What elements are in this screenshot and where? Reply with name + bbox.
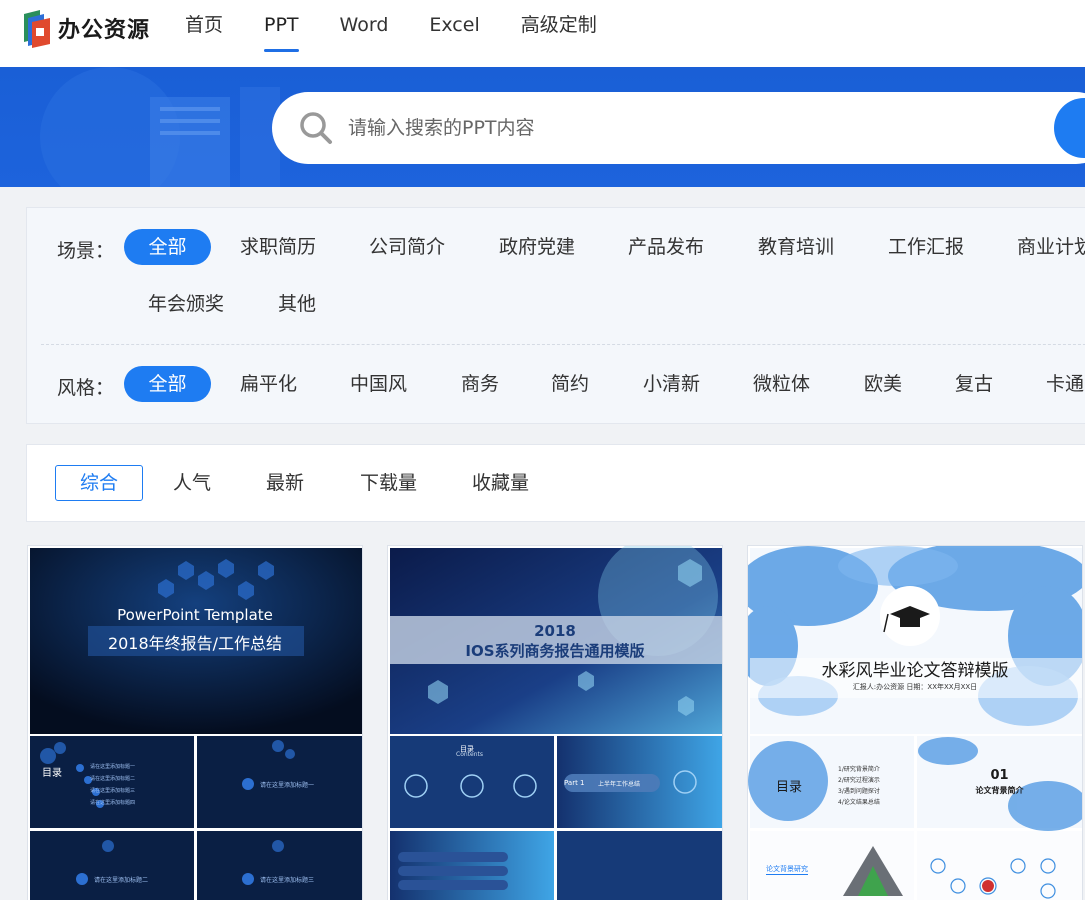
card2-part-title: 上半年工作总结: [598, 781, 641, 788]
sort-bar: 综合 人气 最新 下载量 收藏量: [26, 444, 1085, 522]
card1-title-cn: 2018年终报告/工作总结: [107, 634, 283, 653]
card1-toc-item: 请在这里添加标题二: [90, 776, 136, 782]
card3-research-label: 论文背景研究: [766, 865, 808, 875]
card2-title: IOS系列商务报告通用模版: [465, 642, 645, 660]
scene-label: 场景：: [57, 240, 115, 262]
style-chip-fresh[interactable]: 小清新: [643, 366, 700, 402]
card2-contents-en: Contents: [456, 751, 483, 758]
card3-toc-item: 1/研究背景简介: [838, 766, 880, 773]
nav-ppt[interactable]: PPT: [264, 0, 299, 52]
style-label: 风格：: [57, 377, 115, 399]
style-chip-business[interactable]: 商务: [461, 366, 499, 402]
style-chip-particle[interactable]: 微粒体: [753, 366, 810, 402]
template-card[interactable]: 2018 IOS系列商务报告通用模版 目录 Contents Part 1 上半…: [387, 545, 723, 900]
scene-chip-resume[interactable]: 求职简历: [240, 229, 316, 265]
style-chip-retro[interactable]: 复古: [955, 366, 993, 402]
nav-home[interactable]: 首页: [185, 0, 223, 52]
site-logo[interactable]: 办公资源: [20, 6, 150, 50]
card1-sub-slide: 请在这里添加标题二: [94, 877, 149, 884]
filter-divider: [41, 344, 1085, 345]
top-header: 办公资源 首页 PPT Word Excel 高级定制: [0, 0, 1085, 67]
scene-chip-product[interactable]: 产品发布: [628, 229, 704, 265]
card3-toc-list: 1/研究背景简介 2/研究过程演示 3/遇到问题探讨 4/论文结果总结: [838, 764, 880, 808]
sort-comprehensive[interactable]: 综合: [55, 465, 143, 501]
card3-toc-item: 2/研究过程演示: [838, 777, 880, 784]
template-card[interactable]: PowerPoint Template 2018年终报告/工作总结 目录 请在这…: [27, 545, 363, 900]
card3-section-title: 论文背景简介: [975, 786, 1024, 795]
scene-chip-annual[interactable]: 年会颁奖: [148, 286, 224, 322]
sort-popular[interactable]: 人气: [173, 465, 211, 501]
card1-sub-slide: 请在这里添加标题三: [260, 877, 315, 884]
card1-sub-slide: 请在这里添加标题一: [260, 782, 315, 789]
logo-icon: [20, 8, 54, 48]
nav-word[interactable]: Word: [340, 0, 389, 52]
card1-title-en: PowerPoint Template: [117, 606, 273, 624]
style-chip-western[interactable]: 欧美: [864, 366, 902, 402]
search-banner: [0, 67, 1085, 187]
scene-chip-all[interactable]: 全部: [124, 229, 211, 265]
filter-panel: 场景： 全部 求职简历 公司简介 政府党建 产品发布 教育培训 工作汇报 商业计…: [26, 207, 1085, 424]
search-button[interactable]: [1054, 98, 1085, 158]
main-nav: 首页 PPT Word Excel 高级定制: [185, 0, 638, 52]
template-thumbnail: [30, 548, 362, 900]
sort-newest[interactable]: 最新: [266, 465, 304, 501]
scene-chip-other[interactable]: 其他: [278, 286, 316, 322]
template-thumbnail: [390, 546, 722, 900]
style-chip-cartoon[interactable]: 卡通: [1046, 366, 1084, 402]
scene-chip-business[interactable]: 商业计划: [1017, 229, 1085, 265]
card3-toc-item: 4/论文结果总结: [838, 799, 880, 806]
style-chip-all[interactable]: 全部: [124, 366, 211, 402]
style-chip-chinese[interactable]: 中国风: [350, 366, 407, 402]
template-card[interactable]: 水彩风毕业论文答辩模版 汇报人:办公资源 日期：XX年XX月XX日 目录 1/研…: [747, 545, 1083, 900]
card3-toc-label: 目录: [776, 780, 803, 795]
search-icon[interactable]: [298, 110, 334, 146]
search-input[interactable]: [348, 110, 1028, 146]
card1-toc-item: 请在这里添加标题三: [90, 788, 136, 794]
scene-chip-government[interactable]: 政府党建: [499, 229, 575, 265]
template-thumbnail: [748, 546, 1082, 900]
sort-favorites[interactable]: 收藏量: [472, 465, 529, 501]
card3-subtitle: 汇报人:办公资源 日期：XX年XX月XX日: [852, 683, 978, 691]
nav-custom[interactable]: 高级定制: [521, 0, 597, 52]
style-chip-flat[interactable]: 扁平化: [240, 366, 297, 402]
search-box: [272, 92, 1085, 164]
nav-excel[interactable]: Excel: [429, 0, 479, 52]
card3-section-num: 01: [990, 768, 1009, 783]
card3-toc-item: 3/遇到问题探讨: [838, 788, 880, 795]
card2-year: 2018: [534, 622, 576, 640]
style-chip-simple[interactable]: 简约: [551, 366, 589, 402]
sort-downloads[interactable]: 下载量: [360, 465, 417, 501]
card1-toc-list: 请在这里添加标题一 请在这里添加标题二 请在这里添加标题三 请在这里添加标题四: [90, 761, 190, 809]
card1-toc-label: 目录: [42, 768, 62, 779]
card1-toc-item: 请在这里添加标题四: [90, 800, 136, 806]
scene-chip-company[interactable]: 公司简介: [369, 229, 445, 265]
card3-title: 水彩风毕业论文答辩模版: [821, 661, 1009, 681]
card2-part-label: Part 1: [564, 779, 585, 787]
scene-chip-report[interactable]: 工作汇报: [888, 229, 964, 265]
scene-chip-education[interactable]: 教育培训: [758, 229, 834, 265]
logo-text: 办公资源: [58, 18, 151, 43]
card1-toc-item: 请在这里添加标题一: [90, 764, 136, 770]
